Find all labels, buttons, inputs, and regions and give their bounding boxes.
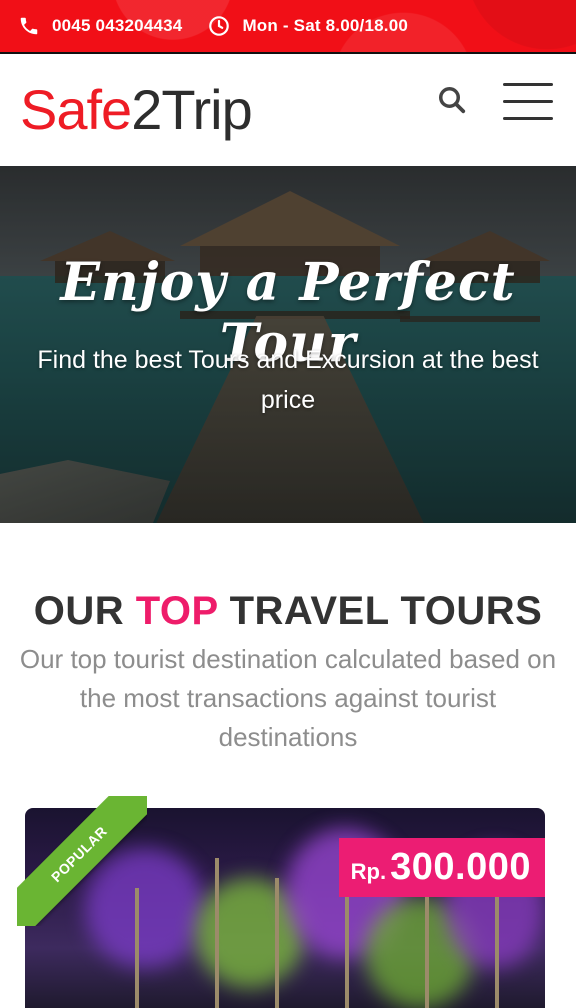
business-hours: Mon - Sat 8.00/18.00 bbox=[208, 15, 408, 37]
section-title-accent: TOP bbox=[135, 589, 218, 633]
logo-part-safe: Safe bbox=[20, 78, 132, 141]
price-currency: Rp. bbox=[350, 859, 387, 884]
popular-ribbon: POPULAR bbox=[17, 796, 147, 926]
phone-contact[interactable]: 0045 043204434 bbox=[18, 15, 182, 37]
popular-badge-text: POPULAR bbox=[47, 822, 111, 886]
phone-icon bbox=[18, 15, 40, 37]
price-amount: 300.000 bbox=[390, 846, 531, 888]
search-button[interactable] bbox=[434, 84, 470, 120]
top-info-bar: 0045 043204434 Mon - Sat 8.00/18.00 bbox=[0, 0, 576, 54]
section-description: Our top tourist destination calculated b… bbox=[19, 644, 557, 752]
clock-icon bbox=[208, 15, 230, 37]
logo-part-2trip: 2Trip bbox=[131, 78, 253, 141]
section-title-part2: TRAVEL TOURS bbox=[217, 589, 543, 633]
price-tag: Rp. 300.000 bbox=[338, 838, 545, 897]
site-header: Safe2Trip bbox=[0, 54, 576, 166]
hero-subtitle: Find the best Tours and Excursion at the… bbox=[37, 346, 539, 414]
site-logo[interactable]: Safe2Trip bbox=[20, 82, 253, 138]
section-title: OUR TOP TRAVEL TOURS bbox=[0, 589, 576, 634]
phone-number: 0045 043204434 bbox=[52, 16, 183, 35]
hours-text: Mon - Sat 8.00/18.00 bbox=[242, 16, 409, 35]
section-title-part1: OUR bbox=[33, 589, 136, 633]
hamburger-menu-icon[interactable] bbox=[503, 83, 553, 123]
search-icon bbox=[437, 85, 467, 120]
hero-banner: Enjoy a Perfect Tour Find the best Tours… bbox=[0, 166, 576, 523]
